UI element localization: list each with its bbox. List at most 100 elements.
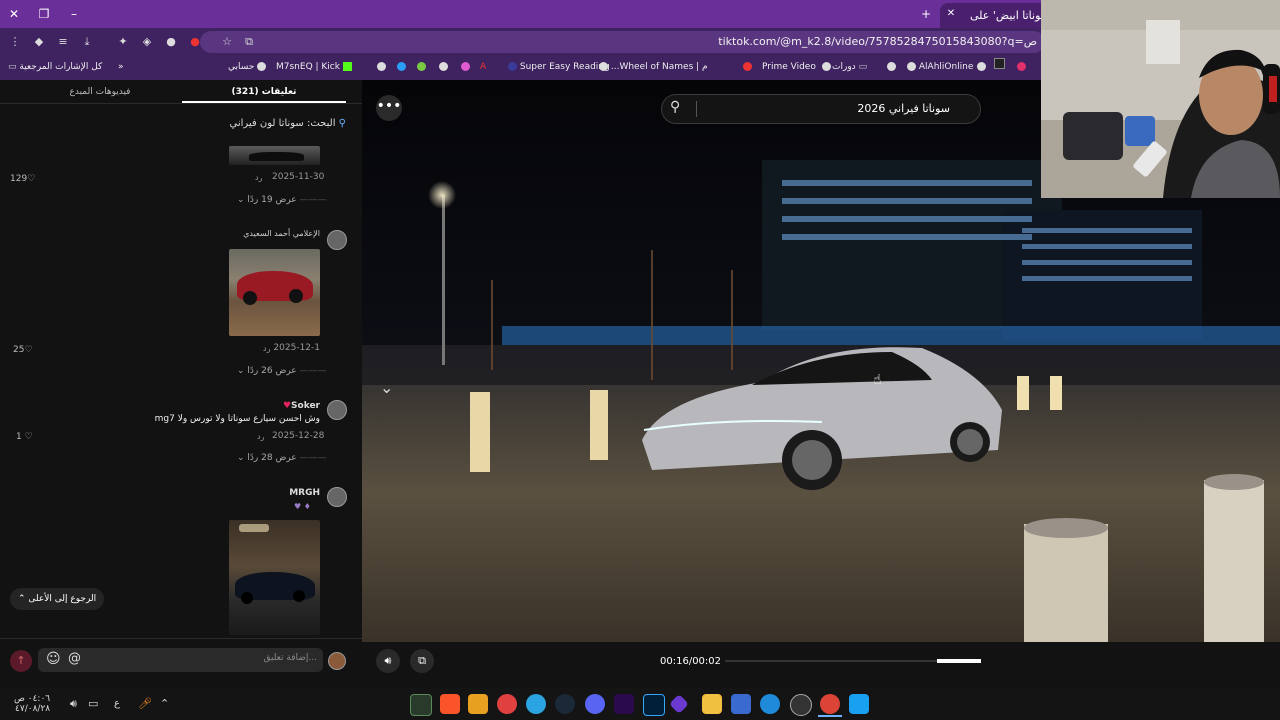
tab-comments[interactable]: تعليقات (321) (182, 82, 346, 102)
extension-icon-2[interactable]: ◈ (138, 33, 156, 51)
more-options-button[interactable]: ••• (376, 95, 402, 121)
search-icon: ⚲ (338, 118, 346, 129)
search-label[interactable]: البحث: سوناتا لون فيراني ⚲ (200, 118, 346, 129)
app-icon-red[interactable] (497, 694, 517, 714)
heart-icon: ♡ (24, 432, 33, 442)
search-input[interactable]: سوناتا فيراني 2026 (857, 102, 950, 115)
bookmark-item[interactable]: حسابي (228, 56, 267, 78)
restore-window-icon[interactable]: ❐ (34, 4, 54, 24)
view-replies-button[interactable]: ⌄ عرض 26 ردًا ——— (237, 366, 327, 376)
reply-link[interactable]: رد (255, 173, 262, 182)
bookmark-icon-only[interactable] (436, 56, 448, 78)
bookmark-label: Prime Video (762, 62, 816, 72)
premiere-icon[interactable] (614, 694, 634, 714)
tab-creator-videos[interactable]: فيديوهات المبدع (20, 82, 180, 102)
back-to-top-button[interactable]: ⌃ الرجوع إلى الأعلى (10, 588, 105, 610)
windows-start-icon[interactable] (849, 694, 869, 714)
chevron-down-icon[interactable]: ⌄ (380, 378, 393, 397)
address-bar[interactable]: tiktok.com/@m_k2.8/video/757852847501584… (200, 31, 1045, 53)
minimize-window-icon[interactable]: – (64, 4, 84, 24)
bookmark-item[interactable]: دورات ▭ (832, 56, 867, 78)
bookmark-icon-only[interactable] (974, 56, 986, 78)
steam-icon[interactable] (555, 694, 575, 714)
bookmark-star-icon[interactable]: ☆ (218, 33, 236, 51)
bookmark-icon-only[interactable] (1014, 56, 1026, 78)
bookmark-icon-only[interactable] (458, 56, 470, 78)
download-icon[interactable]: ⤓ (78, 33, 96, 51)
comment-image[interactable] (229, 520, 320, 635)
avatar[interactable] (327, 230, 347, 250)
like-count[interactable]: 1 ♡ (16, 432, 33, 442)
bookmark-label: حسابي (228, 62, 255, 72)
extension-icon[interactable]: ◆ (30, 33, 48, 51)
bookmark-item[interactable]: Prime Video (762, 56, 831, 78)
view-replies-button[interactable]: ⌄ عرض 28 ردًا ——— (237, 453, 327, 463)
comment-input[interactable]: ☺ @ إضافة تعليق... (38, 648, 323, 672)
input-language[interactable]: ع (114, 698, 120, 709)
comment-image[interactable] (229, 249, 320, 336)
photoshop-icon[interactable] (643, 694, 665, 716)
bookmark-icon-only[interactable] (740, 56, 752, 78)
volume-tray-icon[interactable]: 🔊︎ (70, 697, 77, 711)
chrome-icon[interactable] (820, 694, 840, 714)
video-search-bar[interactable]: ⚲ سوناتا فيراني 2026 (661, 94, 981, 124)
like-count[interactable]: 25♡ (13, 345, 33, 355)
tab-close-icon[interactable]: ✕ (941, 4, 961, 24)
emoji-icon[interactable]: ☺ (46, 651, 61, 667)
view-replies-label: عرض 26 ردًا (247, 366, 297, 376)
discord-icon[interactable] (585, 694, 605, 714)
bookmark-icon-only[interactable] (884, 56, 896, 78)
close-window-icon[interactable]: ✕ (4, 4, 24, 24)
comment-author[interactable]: ♥Soker (270, 401, 320, 411)
network-tray-icon[interactable]: ▭ (88, 697, 98, 710)
store-icon[interactable] (731, 694, 751, 714)
file-explorer-icon[interactable] (702, 694, 722, 714)
divider (0, 103, 362, 104)
bookmark-item[interactable]: ...Wheel of Names | م (596, 56, 708, 78)
bookmark-item[interactable]: AlAhliOnline (904, 56, 973, 78)
bookmark-item[interactable]: Super Easy Reading (505, 56, 610, 78)
playlist-icon[interactable]: ≡ (54, 33, 72, 51)
install-app-icon[interactable]: ⧉ (240, 33, 258, 51)
comment-author[interactable]: MRGH (270, 488, 320, 498)
bookmark-icon-only[interactable] (994, 56, 1005, 78)
chevron-up-icon: ⌃ (18, 594, 26, 604)
reply-link[interactable]: رد (263, 344, 270, 353)
extension-icon-3[interactable]: ● (162, 33, 180, 51)
mention-icon[interactable]: @ (68, 651, 81, 666)
menu-dots-icon[interactable]: ⋮ (6, 33, 24, 51)
avatar[interactable] (327, 487, 347, 507)
comment-author[interactable]: الإعلامي أحمد السعيدي (230, 229, 320, 238)
bookmark-icon-only[interactable] (414, 56, 426, 78)
search-icon[interactable]: ⚲ (670, 99, 680, 115)
picture-in-picture-icon[interactable]: ⧉ (410, 649, 434, 673)
tiktok-icon (994, 58, 1005, 69)
volume-icon[interactable]: 🔊︎ (376, 649, 400, 673)
send-comment-button[interactable]: ↑ (10, 650, 32, 672)
reply-link[interactable]: رد (257, 432, 264, 441)
bookmark-icon-only[interactable] (394, 56, 406, 78)
app-icon-a[interactable] (468, 694, 488, 714)
progress-bar[interactable] (725, 659, 981, 663)
brave-icon[interactable] (440, 694, 460, 714)
telegram-icon[interactable] (526, 694, 546, 714)
excel-icon[interactable] (410, 694, 432, 716)
app-icon-circle[interactable] (790, 694, 812, 716)
all-bookmarks-label: كل الإشارات المرجعية (19, 62, 103, 72)
comment-date: 2025-12-1 (273, 343, 320, 353)
avatar[interactable] (327, 400, 347, 420)
edge-icon[interactable] (760, 694, 780, 714)
bookmark-item[interactable]: M7snEQ | Kick (276, 56, 352, 78)
taskbar-clock[interactable]: ٠٤:٠٦ ص ٤٧/٠٨/٢٨ (14, 694, 50, 714)
new-tab-button[interactable]: + (916, 4, 936, 24)
view-replies-button[interactable]: ⌄ عرض 19 ردًا ——— (237, 195, 327, 205)
comment-image[interactable] (229, 146, 320, 165)
tray-overflow-icon[interactable]: ⌃ (160, 697, 169, 710)
extensions-puzzle-icon[interactable]: ✦ (114, 33, 132, 51)
bookmark-icon-only[interactable] (374, 56, 386, 78)
all-bookmarks-folder[interactable]: ▭ كل الإشارات المرجعية (8, 56, 102, 78)
bookmarks-chevron-icon[interactable]: » (118, 56, 124, 78)
bookmark-icon-only[interactable]: A (480, 56, 486, 78)
microphone-tray-icon[interactable]: 🎤︎ (138, 697, 152, 710)
like-count[interactable]: 129♡ (10, 174, 35, 184)
